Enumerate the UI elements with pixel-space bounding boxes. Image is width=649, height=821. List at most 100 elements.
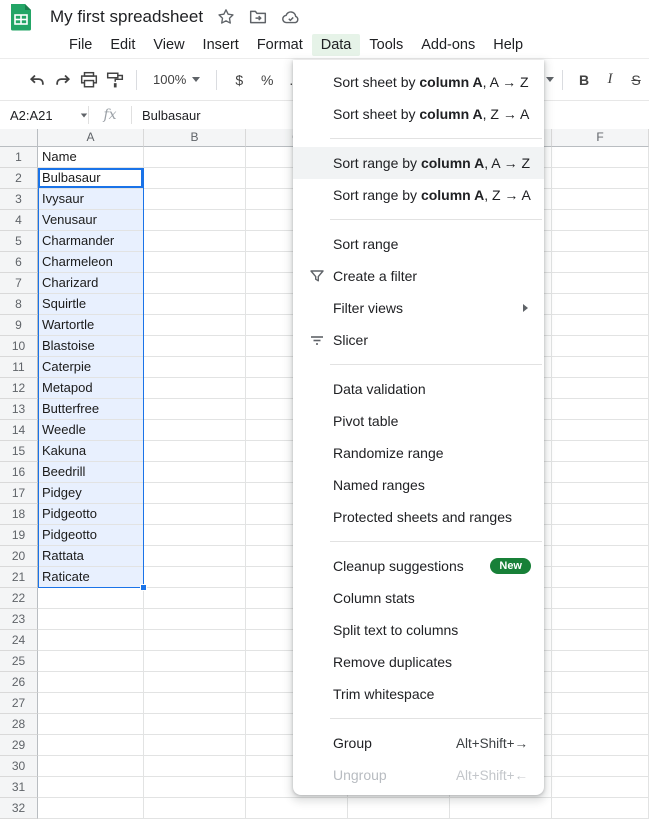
cell-a12[interactable]: Metapod xyxy=(38,378,144,399)
menu-item-sort-range[interactable]: Sort range xyxy=(293,228,544,260)
row-header-13[interactable]: 13 xyxy=(0,399,38,420)
menu-item-column-stats[interactable]: Column stats xyxy=(293,582,544,614)
cell-a30[interactable] xyxy=(38,756,144,777)
cell-b11[interactable] xyxy=(144,357,246,378)
menu-item-data-validation[interactable]: Data validation xyxy=(293,373,544,405)
menu-item-named-ranges[interactable]: Named ranges xyxy=(293,469,544,501)
menu-item-cleanup-suggestions[interactable]: Cleanup suggestionsNew xyxy=(293,550,544,582)
menubar-item-view[interactable]: View xyxy=(144,34,193,56)
row-header-22[interactable]: 22 xyxy=(0,588,38,609)
star-icon[interactable] xyxy=(217,8,235,26)
cell-b7[interactable] xyxy=(144,273,246,294)
row-header-26[interactable]: 26 xyxy=(0,672,38,693)
row-header-7[interactable]: 7 xyxy=(0,273,38,294)
cell-f19[interactable] xyxy=(552,525,649,546)
formula-input[interactable]: Bulbasaur xyxy=(142,108,201,123)
cell-f3[interactable] xyxy=(552,189,649,210)
cell-f27[interactable] xyxy=(552,693,649,714)
cell-f7[interactable] xyxy=(552,273,649,294)
cell-f8[interactable] xyxy=(552,294,649,315)
cell-b1[interactable] xyxy=(144,147,246,168)
cell-f18[interactable] xyxy=(552,504,649,525)
cell-a15[interactable]: Kakuna xyxy=(38,441,144,462)
menubar-item-data[interactable]: Data xyxy=(312,34,361,56)
cell-f17[interactable] xyxy=(552,483,649,504)
cell-f28[interactable] xyxy=(552,714,649,735)
menu-item-create-a-filter[interactable]: Create a filter xyxy=(293,260,544,292)
cell-b32[interactable] xyxy=(144,798,246,819)
menu-item-sort-range-by-column-a-z-a[interactable]: Sort range by column A, Z → A xyxy=(293,179,544,211)
row-header-8[interactable]: 8 xyxy=(0,294,38,315)
row-header-27[interactable]: 27 xyxy=(0,693,38,714)
cell-f23[interactable] xyxy=(552,609,649,630)
cell-b19[interactable] xyxy=(144,525,246,546)
menu-item-sort-sheet-by-column-a-z-a[interactable]: Sort sheet by column A, Z → A xyxy=(293,98,544,130)
cell-b25[interactable] xyxy=(144,651,246,672)
cell-b26[interactable] xyxy=(144,672,246,693)
cell-b29[interactable] xyxy=(144,735,246,756)
cell-a7[interactable]: Charizard xyxy=(38,273,144,294)
menu-item-slicer[interactable]: Slicer xyxy=(293,324,544,356)
cell-a18[interactable]: Pidgeotto xyxy=(38,504,144,525)
cell-a9[interactable]: Wartortle xyxy=(38,315,144,336)
cell-b8[interactable] xyxy=(144,294,246,315)
move-to-folder-icon[interactable] xyxy=(249,8,267,26)
row-header-5[interactable]: 5 xyxy=(0,231,38,252)
row-header-11[interactable]: 11 xyxy=(0,357,38,378)
cell-a6[interactable]: Charmeleon xyxy=(38,252,144,273)
cell-b3[interactable] xyxy=(144,189,246,210)
cell-e32[interactable] xyxy=(450,798,552,819)
cell-b6[interactable] xyxy=(144,252,246,273)
cell-b20[interactable] xyxy=(144,546,246,567)
row-header-15[interactable]: 15 xyxy=(0,441,38,462)
document-title[interactable]: My first spreadsheet xyxy=(50,7,203,27)
name-box[interactable]: A2:A21 xyxy=(0,108,88,123)
cell-b14[interactable] xyxy=(144,420,246,441)
cell-a1[interactable]: Name xyxy=(38,147,144,168)
cell-f12[interactable] xyxy=(552,378,649,399)
cloud-saved-icon[interactable] xyxy=(281,8,301,26)
cell-a20[interactable]: Rattata xyxy=(38,546,144,567)
cell-f2[interactable] xyxy=(552,168,649,189)
cell-a4[interactable]: Venusaur xyxy=(38,210,144,231)
select-all-corner[interactable] xyxy=(0,129,38,147)
cell-b13[interactable] xyxy=(144,399,246,420)
cell-f1[interactable] xyxy=(552,147,649,168)
cell-b27[interactable] xyxy=(144,693,246,714)
bold-button[interactable]: B xyxy=(571,72,597,88)
row-header-19[interactable]: 19 xyxy=(0,525,38,546)
cell-b5[interactable] xyxy=(144,231,246,252)
cell-f15[interactable] xyxy=(552,441,649,462)
cell-f30[interactable] xyxy=(552,756,649,777)
row-header-12[interactable]: 12 xyxy=(0,378,38,399)
cell-b9[interactable] xyxy=(144,315,246,336)
menubar-item-add-ons[interactable]: Add-ons xyxy=(412,34,484,56)
menu-item-trim-whitespace[interactable]: Trim whitespace xyxy=(293,678,544,710)
cell-b15[interactable] xyxy=(144,441,246,462)
menu-item-protected-sheets-and-ranges[interactable]: Protected sheets and ranges xyxy=(293,501,544,533)
active-cell-a2[interactable]: Bulbasaur xyxy=(38,168,144,189)
cell-a14[interactable]: Weedle xyxy=(38,420,144,441)
cell-f25[interactable] xyxy=(552,651,649,672)
cell-f24[interactable] xyxy=(552,630,649,651)
row-header-6[interactable]: 6 xyxy=(0,252,38,273)
row-header-10[interactable]: 10 xyxy=(0,336,38,357)
cell-a13[interactable]: Butterfree xyxy=(38,399,144,420)
cell-b2[interactable] xyxy=(144,168,246,189)
menubar-item-insert[interactable]: Insert xyxy=(194,34,248,56)
menu-item-remove-duplicates[interactable]: Remove duplicates xyxy=(293,646,544,678)
cell-f9[interactable] xyxy=(552,315,649,336)
cell-a17[interactable]: Pidgey xyxy=(38,483,144,504)
cell-a28[interactable] xyxy=(38,714,144,735)
cell-f32[interactable] xyxy=(552,798,649,819)
cell-d32[interactable] xyxy=(348,798,450,819)
undo-button[interactable] xyxy=(24,67,50,93)
row-header-16[interactable]: 16 xyxy=(0,462,38,483)
menu-item-sort-range-by-column-a-a-z[interactable]: Sort range by column A, A → Z xyxy=(293,147,544,179)
column-header-a[interactable]: A xyxy=(38,129,144,147)
sheets-logo[interactable] xyxy=(9,3,33,31)
cell-f13[interactable] xyxy=(552,399,649,420)
cell-a26[interactable] xyxy=(38,672,144,693)
row-header-20[interactable]: 20 xyxy=(0,546,38,567)
redo-button[interactable] xyxy=(50,67,76,93)
